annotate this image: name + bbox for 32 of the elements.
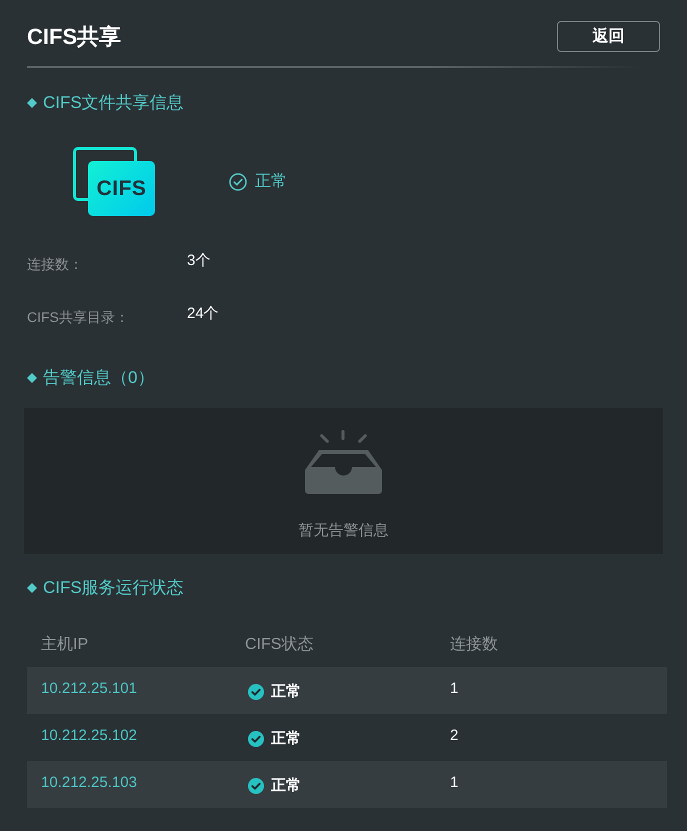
empty-message: 暂无告警信息	[298, 521, 388, 541]
status-text: 正常	[271, 728, 301, 748]
host-ip-link[interactable]: 10.212.25.101	[41, 678, 137, 698]
check-circle-icon	[248, 684, 264, 700]
page-title: CIFS共享	[27, 23, 122, 51]
table-cell: 1	[450, 772, 458, 792]
cifs-logo: CIFS	[88, 161, 155, 216]
status-text: 正常	[255, 172, 287, 192]
column-header: CIFS状态	[245, 634, 314, 655]
field-value: 24个	[187, 304, 219, 324]
check-circle-icon	[248, 730, 264, 746]
status-text: 正常	[271, 776, 301, 796]
diamond-icon	[27, 583, 37, 593]
diamond-icon	[27, 373, 37, 383]
field-label: 连接数：	[27, 255, 84, 274]
section-heading: CIFS文件共享信息	[43, 92, 184, 114]
field-value: 3个	[187, 251, 210, 271]
status-text: 正常	[271, 682, 301, 702]
check-circle-icon	[248, 778, 264, 794]
host-ip-link[interactable]: 10.212.25.103	[41, 772, 137, 792]
field-label: CIFS共享目录：	[27, 308, 130, 327]
check-circle-icon	[229, 172, 247, 190]
back-button[interactable]: 返回	[557, 21, 660, 52]
section-heading: CIFS服务运行状态	[43, 577, 184, 599]
diamond-icon	[27, 98, 37, 108]
host-ip-link[interactable]: 10.212.25.102	[41, 726, 137, 746]
column-header: 主机IP	[41, 634, 88, 655]
column-header: 连接数	[450, 634, 498, 655]
table-cell: 2	[450, 726, 458, 746]
empty-inbox-icon	[305, 430, 382, 494]
section-heading: 告警信息（0）	[43, 367, 154, 389]
table-cell: 1	[450, 678, 458, 698]
